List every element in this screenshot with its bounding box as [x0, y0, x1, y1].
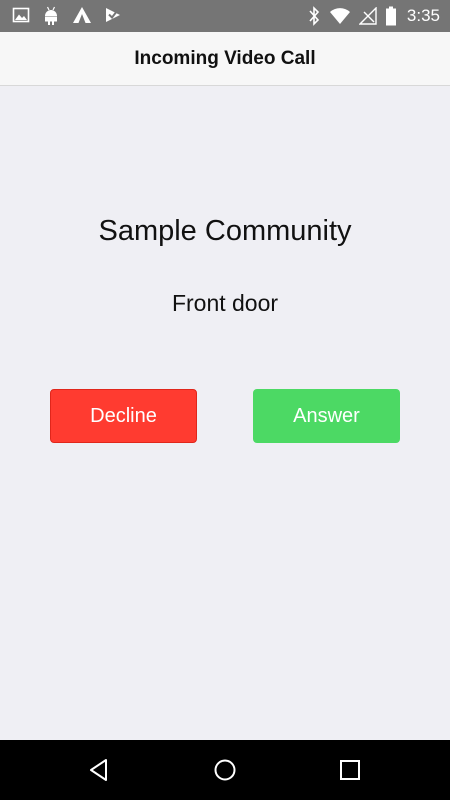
status-bar: 3:35: [0, 0, 450, 32]
decline-button[interactable]: Decline: [50, 389, 197, 443]
android-navigation-bar: [0, 740, 450, 800]
check-icon: [104, 6, 122, 26]
caller-location: Front door: [171, 290, 279, 316]
notification-icons: [12, 6, 122, 26]
answer-button[interactable]: Answer: [253, 389, 400, 443]
status-clock: 3:35: [406, 6, 440, 25]
image-icon: [12, 6, 30, 26]
wifi-icon: [329, 7, 351, 25]
back-icon[interactable]: [86, 756, 114, 784]
battery-icon: [385, 6, 397, 26]
android-icon: [42, 6, 60, 26]
navigation-header: Incoming Video Call: [0, 32, 450, 86]
recents-icon[interactable]: [336, 756, 364, 784]
system-icons: 3:35: [307, 5, 440, 27]
no-signal-icon: [358, 7, 377, 25]
bluetooth-icon: [307, 6, 321, 26]
page-title: Incoming Video Call: [134, 47, 316, 69]
app-icon: [72, 6, 92, 26]
home-icon[interactable]: [211, 756, 239, 784]
caller-name: Sample Community: [98, 215, 352, 247]
